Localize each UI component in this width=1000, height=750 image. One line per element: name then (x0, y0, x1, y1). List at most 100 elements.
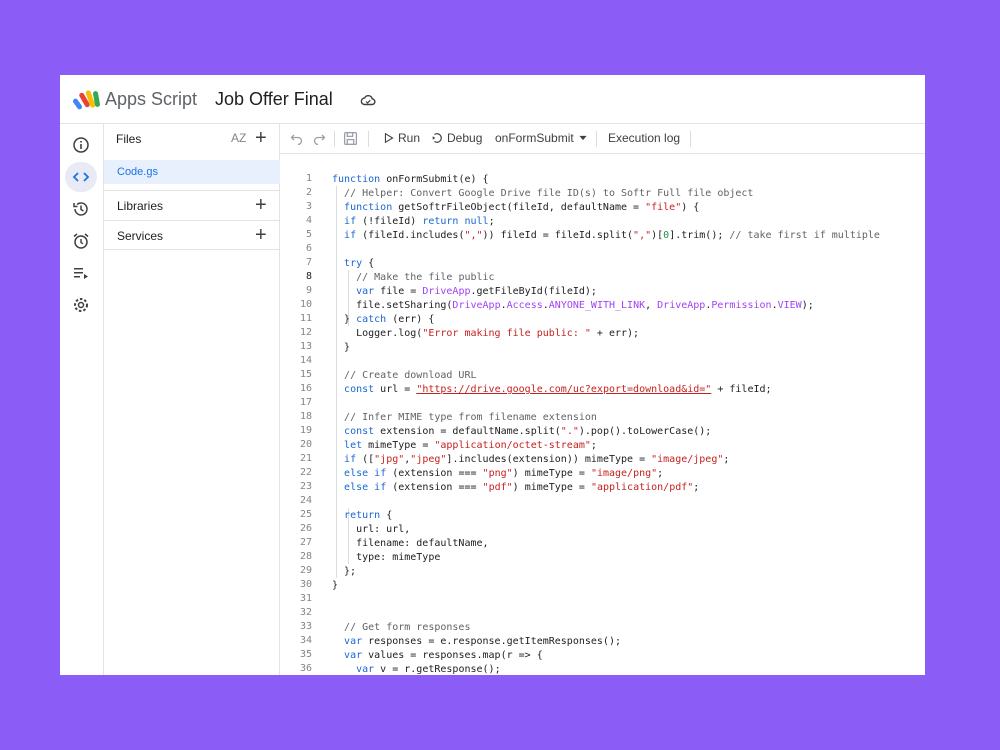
code-line[interactable]: const extension = defaultName.split(".")… (332, 425, 711, 439)
line-number: 26 (299, 523, 312, 534)
code-line[interactable]: filename: defaultName, (332, 537, 488, 551)
project-title[interactable]: Job Offer Final (215, 89, 333, 110)
triggers-button[interactable] (65, 226, 97, 256)
line-number: 29 (299, 565, 312, 576)
line-number: 20 (299, 439, 312, 450)
code-line[interactable]: return { (332, 509, 392, 523)
line-number: 31 (299, 593, 312, 604)
code-line[interactable]: function onFormSubmit(e) { (332, 173, 489, 187)
code-line[interactable]: var responses = e.response.getItemRespon… (332, 635, 621, 649)
code-line[interactable]: if (!fileId) return null; (332, 215, 495, 229)
toolbar-divider (368, 131, 369, 147)
files-header: Files AZ + (104, 124, 280, 154)
code-line[interactable]: // Infer MIME type from filename extensi… (332, 411, 597, 425)
libraries-section: Libraries + (104, 190, 280, 220)
line-number: 11 (299, 313, 312, 324)
code-line[interactable]: var v = r.getResponse(); (332, 663, 501, 675)
code-line[interactable]: } (332, 579, 338, 593)
sort-az-icon[interactable]: AZ (231, 131, 246, 145)
add-file-icon[interactable]: + (255, 128, 267, 148)
executions-button[interactable] (65, 258, 97, 288)
app-name: Apps Script (105, 89, 198, 109)
line-number: 2 (305, 187, 312, 198)
code-line[interactable]: if (["jpg","jpeg"].includes(extension)) … (332, 453, 729, 467)
code-line[interactable]: url: url, (332, 523, 410, 537)
line-number: 17 (299, 397, 312, 408)
debug-icon (432, 133, 442, 143)
code-line[interactable]: // Get form responses (332, 621, 470, 635)
code-line[interactable]: var file = DriveApp.getFileById(fileId); (332, 285, 597, 299)
undo-button[interactable] (290, 131, 304, 145)
line-number: 1 (305, 173, 312, 184)
line-number: 13 (299, 341, 312, 352)
line-number: 24 (299, 495, 312, 506)
code-line[interactable]: // Helper: Convert Google Drive file ID(… (332, 187, 753, 201)
code-line[interactable]: } catch (err) { (332, 313, 434, 327)
debug-label: Debug (447, 131, 483, 145)
line-number: 9 (305, 285, 312, 296)
code-line[interactable]: var values = responses.map(r => { (332, 649, 543, 663)
line-number: 7 (305, 257, 312, 268)
project-settings-button[interactable] (65, 290, 97, 320)
run-label: Run (398, 131, 421, 145)
file-item-code-gs[interactable]: Code.gs (104, 160, 280, 184)
code-line[interactable]: let mimeType = "application/octet-stream… (332, 439, 597, 453)
line-number: 30 (299, 579, 312, 590)
run-icon (384, 133, 394, 143)
files-panel: Files AZ + Code.gs Libraries + Services … (104, 124, 280, 675)
libraries-label: Libraries (117, 199, 164, 213)
line-number: 27 (299, 537, 312, 548)
add-service-icon[interactable]: + (255, 225, 267, 245)
code-line[interactable]: // Create download URL (332, 369, 476, 383)
function-select-value: onFormSubmit (495, 131, 574, 145)
code-line[interactable]: }; (332, 565, 356, 579)
code-line[interactable]: // Make the file public (332, 271, 494, 285)
debug-button[interactable]: Debug (431, 131, 482, 145)
editor-toolbar: Run Debug onFormSubmit Execution log (280, 124, 925, 154)
line-number: 15 (299, 369, 312, 380)
code-icon (72, 172, 90, 182)
executions-icon (74, 268, 88, 279)
line-number: 10 (299, 299, 312, 310)
code-line[interactable]: else if (extension === "pdf") mimeType =… (332, 481, 699, 495)
line-number: 6 (305, 243, 312, 254)
code-line[interactable]: file.setSharing(DriveApp.Access.ANYONE_W… (332, 299, 814, 313)
file-name: Code.gs (117, 166, 158, 178)
apps-script-window: Apps Script Job Offer Final Files AZ + C… (60, 75, 925, 675)
redo-button[interactable] (312, 131, 326, 145)
code-line[interactable]: else if (extension === "png") mimeType =… (332, 467, 663, 481)
save-icon (343, 131, 358, 146)
function-select[interactable]: onFormSubmit (495, 131, 588, 145)
left-rail (60, 124, 104, 675)
settings-icon (74, 298, 88, 312)
overview-button[interactable] (65, 130, 97, 160)
line-number: 35 (299, 649, 312, 660)
code-line[interactable]: Logger.log("Error making file public: " … (332, 327, 639, 341)
code-line[interactable]: } (332, 341, 350, 355)
line-number: 8 (305, 271, 312, 282)
files-title: Files (116, 132, 142, 146)
line-number: 36 (299, 663, 312, 674)
code-line[interactable]: type: mimeType (332, 551, 440, 565)
line-number: 23 (299, 481, 312, 492)
line-number: 5 (305, 229, 312, 240)
code-line[interactable]: const url = "https://drive.google.com/uc… (332, 383, 772, 397)
toolbar-divider (596, 131, 597, 147)
editor-button[interactable] (65, 162, 97, 192)
project-history-button[interactable] (65, 194, 97, 224)
top-bar: Apps Script Job Offer Final (60, 75, 925, 124)
services-label: Services (117, 229, 164, 243)
alarm-icon (73, 233, 89, 249)
code-editor[interactable]: 1 2 3 4 5 6 7 8 9 10 11 12 13 14 15 16 17 18 19 20 21 22 23 24 2… (280, 154, 925, 675)
code-line[interactable]: function getSoftrFileObject(fileId, defa… (332, 201, 699, 215)
add-library-icon[interactable]: + (255, 195, 267, 215)
execution-log-label: Execution log (608, 131, 681, 145)
code-line[interactable]: try { (332, 257, 374, 271)
save-button[interactable] (343, 131, 358, 146)
run-button[interactable]: Run (384, 131, 420, 145)
cloud-icon (360, 94, 376, 106)
execution-log-button[interactable]: Execution log (608, 131, 680, 145)
redo-icon (313, 134, 326, 145)
line-number: 28 (299, 551, 312, 562)
code-line[interactable]: if (fileId.includes(",")) fileId = fileI… (332, 229, 880, 243)
